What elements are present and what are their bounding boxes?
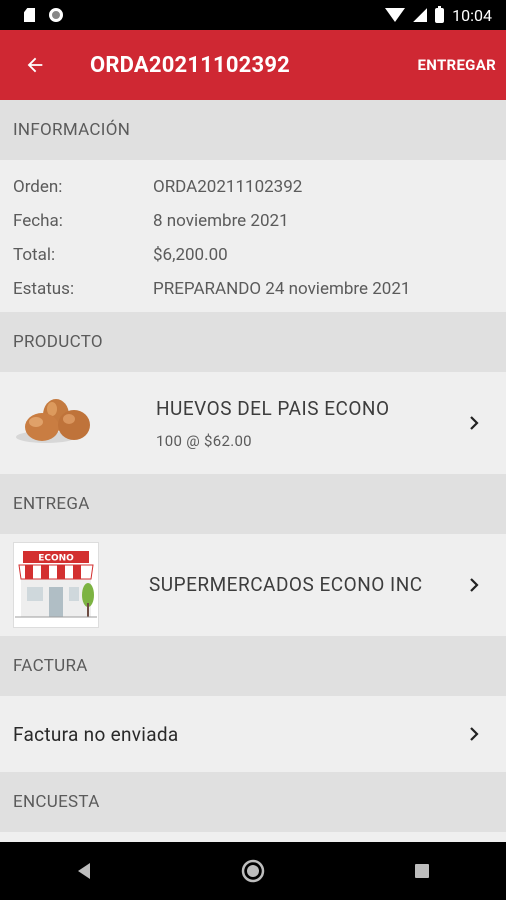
- info-label: Total:: [13, 245, 56, 265]
- arrow-back-icon: [27, 57, 43, 73]
- app-bar: ORDA20211102392 ENTREGAR: [0, 30, 506, 100]
- product-quantity-price: 100 @ $62.00: [156, 431, 252, 450]
- navigation-bar: [0, 842, 506, 900]
- store-row[interactable]: ECONO SUPERMERCADOS ECONO INC: [0, 534, 506, 636]
- info-label: Orden:: [13, 177, 63, 197]
- product-text: HUEVOS DEL PAIS ECONO 100 @ $62.00: [156, 397, 506, 450]
- status-bar: 10:04: [0, 0, 506, 30]
- battery-icon: [435, 5, 445, 23]
- section-header-product: PRODUCTO: [0, 312, 506, 372]
- info-value: 8 noviembre 2021: [153, 211, 289, 231]
- info-row-status: Estatus: PREPARANDO 24 noviembre 2021: [0, 272, 506, 306]
- store-logo: ECONO: [13, 542, 99, 628]
- nav-home-icon: [241, 859, 265, 883]
- info-block: Orden: ORDA20211102392 Fecha: 8 noviembr…: [0, 160, 506, 312]
- product-image: [13, 380, 99, 466]
- order-detail: INFORMACIÓN Orden: ORDA20211102392 Fecha…: [0, 100, 506, 842]
- deliver-button[interactable]: ENTREGAR: [418, 56, 496, 74]
- notification-dot-icon: [49, 8, 63, 22]
- section-header-delivery: ENTREGA: [0, 474, 506, 534]
- nav-recents-icon: [414, 864, 429, 878]
- signal-icon: [413, 8, 428, 22]
- info-row-total: Total: $6,200.00: [0, 238, 506, 272]
- chevron-right-icon: [468, 726, 480, 742]
- survey-row[interactable]: [0, 832, 506, 842]
- info-value: $6,200.00: [153, 245, 228, 265]
- invoice-row[interactable]: Factura no enviada: [0, 696, 506, 772]
- back-button[interactable]: [0, 30, 70, 100]
- info-value: ORDA20211102392: [153, 177, 303, 197]
- nav-back-button[interactable]: [54, 842, 114, 900]
- chevron-right-icon: [468, 577, 480, 593]
- page-title: ORDA20211102392: [90, 52, 290, 78]
- chevron-right-icon: [468, 415, 480, 431]
- product-row[interactable]: HUEVOS DEL PAIS ECONO 100 @ $62.00: [0, 372, 506, 474]
- wifi-icon: [385, 8, 406, 22]
- nav-back-icon: [78, 863, 91, 879]
- info-label: Estatus:: [13, 279, 75, 299]
- info-label: Fecha:: [13, 211, 63, 231]
- invoice-status: Factura no enviada: [13, 722, 179, 746]
- info-value: PREPARANDO 24 noviembre 2021: [153, 279, 411, 299]
- product-name: HUEVOS DEL PAIS ECONO: [156, 396, 390, 420]
- section-header-invoice: FACTURA: [0, 636, 506, 696]
- info-row-order: Orden: ORDA20211102392: [0, 170, 506, 204]
- nav-home-button[interactable]: [223, 842, 283, 900]
- store-logo-text: ECONO: [38, 554, 74, 564]
- section-header-survey: ENCUESTA: [0, 772, 506, 832]
- nav-recents-button[interactable]: [392, 842, 452, 900]
- info-row-date: Fecha: 8 noviembre 2021: [0, 204, 506, 238]
- store-name: SUPERMERCADOS ECONO INC: [149, 573, 423, 596]
- status-time: 10:04: [452, 5, 492, 25]
- section-header-info: INFORMACIÓN: [0, 100, 506, 160]
- sd-card-icon: [24, 8, 35, 22]
